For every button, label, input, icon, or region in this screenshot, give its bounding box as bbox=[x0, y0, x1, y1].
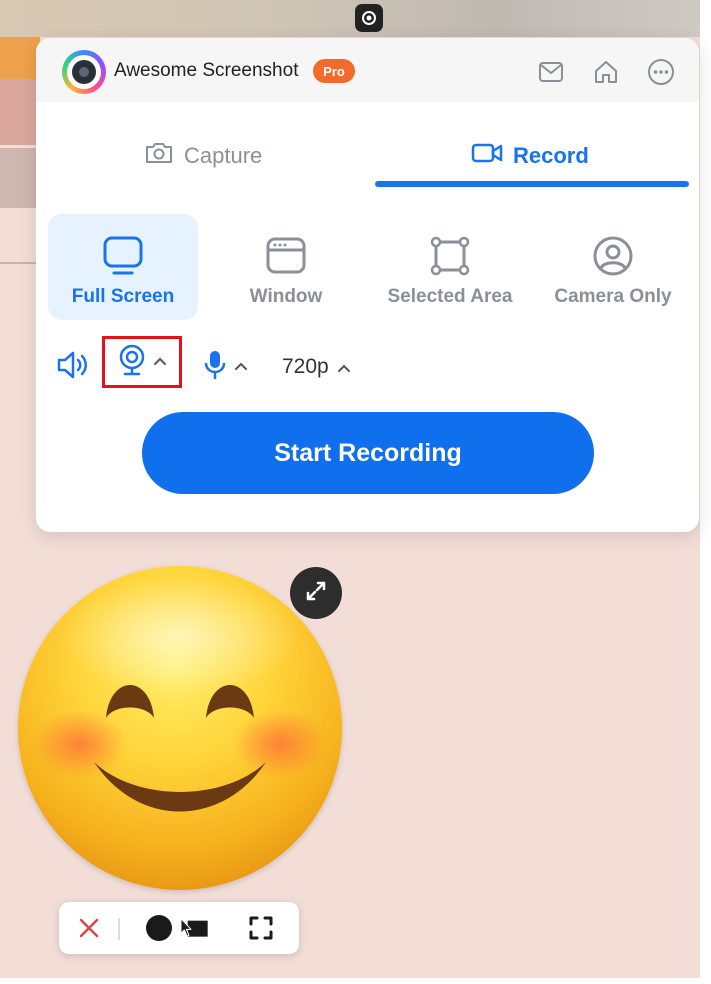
app-title: Awesome Screenshot bbox=[114, 60, 299, 81]
user-circle-icon bbox=[592, 234, 634, 278]
app-icon[interactable] bbox=[355, 4, 383, 32]
expand-icon bbox=[302, 577, 330, 610]
microphone-toggle[interactable] bbox=[202, 345, 248, 389]
mode-label: Camera Only bbox=[554, 286, 672, 307]
mode-camera-only[interactable]: Camera Only bbox=[538, 214, 688, 320]
mode-label: Window bbox=[249, 286, 323, 307]
background-page-strip bbox=[0, 148, 40, 208]
mode-label: Full Screen bbox=[71, 286, 175, 307]
webcam-icon bbox=[117, 343, 147, 382]
video-camera-icon bbox=[471, 141, 503, 171]
pro-badge: Pro bbox=[313, 59, 355, 83]
browser-window-icon bbox=[265, 234, 307, 278]
resolution-value: 720p bbox=[282, 355, 329, 378]
selection-area-icon bbox=[429, 234, 471, 278]
fullscreen-icon[interactable] bbox=[245, 912, 277, 944]
smiling-face-icon bbox=[34, 576, 326, 812]
background-page-strip bbox=[0, 37, 40, 79]
home-icon[interactable] bbox=[592, 58, 620, 86]
background-page-strip bbox=[0, 79, 40, 145]
start-recording-button[interactable]: Start Recording bbox=[142, 412, 594, 494]
monitor-icon bbox=[102, 234, 144, 278]
camera-preview[interactable] bbox=[18, 566, 342, 890]
background-divider bbox=[0, 262, 40, 264]
chevron-up-icon[interactable] bbox=[153, 353, 167, 371]
tab-record[interactable]: Record bbox=[471, 134, 589, 178]
app-logo-icon bbox=[62, 50, 106, 94]
record-dot-icon[interactable] bbox=[143, 912, 175, 944]
expand-preview-button[interactable] bbox=[290, 567, 342, 619]
microphone-icon bbox=[202, 348, 228, 387]
toolbar-divider bbox=[118, 918, 120, 940]
active-tab-indicator bbox=[375, 181, 689, 187]
mode-selected-area[interactable]: Selected Area bbox=[375, 214, 525, 320]
mode-full-screen[interactable]: Full Screen bbox=[48, 214, 198, 320]
speaker-icon bbox=[56, 350, 92, 385]
mail-icon[interactable] bbox=[537, 58, 565, 86]
mode-window[interactable]: Window bbox=[211, 214, 361, 320]
close-icon[interactable] bbox=[73, 912, 105, 944]
popup-header: Awesome Screenshot Pro bbox=[36, 38, 699, 102]
tab-capture[interactable]: Capture bbox=[144, 134, 262, 178]
cursor-highlight-icon[interactable] bbox=[177, 912, 209, 944]
page-edge bbox=[700, 0, 711, 984]
mode-label: Selected Area bbox=[387, 286, 513, 307]
extension-popup: Awesome Screenshot Pro Capture Record Fu… bbox=[36, 38, 699, 532]
chevron-up-icon bbox=[337, 355, 351, 379]
page-edge bbox=[0, 978, 711, 984]
chevron-up-icon[interactable] bbox=[234, 358, 248, 376]
resolution-select[interactable]: 720p bbox=[282, 345, 351, 389]
webcam-toggle[interactable] bbox=[102, 336, 182, 388]
tab-capture-label: Capture bbox=[184, 143, 263, 168]
more-icon[interactable] bbox=[647, 58, 675, 86]
recording-toolbar bbox=[59, 902, 299, 954]
system-audio-toggle[interactable] bbox=[56, 345, 92, 389]
camera-icon bbox=[144, 141, 174, 171]
tab-record-label: Record bbox=[513, 143, 589, 168]
